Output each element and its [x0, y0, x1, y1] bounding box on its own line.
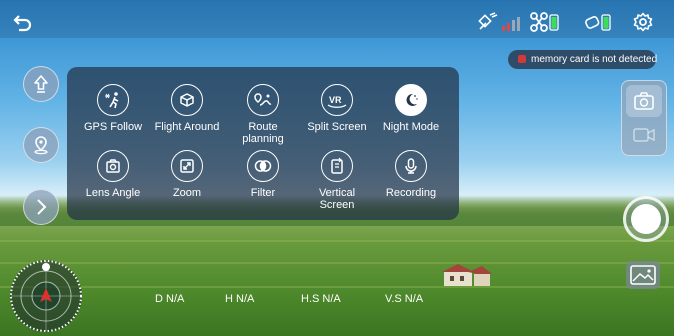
farmhouse-image	[442, 264, 492, 286]
menu-item-label: Flight Around	[154, 121, 220, 133]
shutter-inner	[631, 204, 661, 234]
menu-item-label: Night Mode	[382, 121, 440, 133]
menu-item-lens-angle[interactable]: Lens Angle	[79, 150, 147, 199]
menu-item-route-planning[interactable]: Route planning	[229, 84, 297, 145]
svg-text:VR: VR	[329, 95, 342, 105]
location-pin-icon	[34, 136, 48, 155]
field-line	[0, 262, 674, 264]
telemetry-vertical-speed: V.S N/A	[385, 293, 424, 305]
takeoff-arrow-icon	[34, 75, 48, 93]
field-line	[0, 240, 674, 242]
chevron-right-icon	[37, 199, 47, 215]
vertical-screen-icon	[321, 150, 353, 182]
camera-icon	[634, 92, 654, 110]
flight-around-icon	[171, 84, 203, 116]
microphone-icon	[395, 150, 427, 182]
menu-item-vertical-screen[interactable]: Vertical Screen	[303, 150, 371, 211]
takeoff-button[interactable]	[23, 66, 59, 102]
gps-satellite-icon	[478, 11, 522, 33]
gps-follow-icon	[97, 84, 129, 116]
top-bar	[0, 0, 674, 38]
menu-item-gps-follow[interactable]: GPS Follow	[79, 84, 147, 133]
menu-item-night-mode[interactable]: Night Mode	[377, 84, 445, 133]
menu-item-label: Recording	[385, 187, 437, 199]
memory-card-status: memory card is not detected	[508, 50, 658, 69]
gallery-icon	[630, 265, 656, 285]
menu-item-label: Filter	[250, 187, 276, 199]
zoom-icon	[171, 150, 203, 182]
video-mode-button[interactable]	[626, 119, 662, 151]
drone-battery-icon	[530, 11, 560, 33]
vr-split-screen-icon: VR	[321, 84, 353, 116]
night-mode-icon	[395, 84, 427, 116]
photo-mode-button[interactable]	[626, 85, 662, 117]
expand-menu-button[interactable]	[23, 189, 59, 225]
telemetry-distance: D N/A	[155, 293, 185, 305]
video-camera-icon	[633, 128, 655, 142]
back-arrow-icon[interactable]	[12, 12, 34, 34]
telemetry-height: H N/A	[225, 293, 255, 305]
memory-card-text: memory card is not detected	[531, 54, 658, 65]
sd-card-icon	[518, 55, 526, 63]
lens-angle-icon	[97, 150, 129, 182]
menu-item-recording[interactable]: Recording	[377, 150, 445, 199]
shutter-button[interactable]	[623, 196, 669, 242]
controller-battery-icon	[584, 11, 614, 33]
filter-icon	[247, 150, 279, 182]
menu-item-label: Route planning	[242, 121, 284, 145]
menu-item-split-screen[interactable]: VR Split Screen	[303, 84, 371, 133]
location-button[interactable]	[23, 127, 59, 163]
menu-item-label: Vertical Screen	[318, 187, 356, 211]
radar-compass	[10, 260, 82, 332]
menu-item-filter[interactable]: Filter	[229, 150, 297, 199]
drone-camera-view: memory card is not detected GPS Follow F…	[0, 0, 674, 336]
gallery-button[interactable]	[626, 261, 660, 289]
menu-item-label: Zoom	[172, 187, 202, 199]
gear-icon[interactable]	[632, 11, 654, 33]
route-planning-icon	[247, 84, 279, 116]
telemetry-horizontal-speed: H.S N/A	[301, 293, 341, 305]
field-line	[0, 286, 674, 288]
function-menu-panel: GPS Follow Flight Around Route planning …	[67, 67, 459, 220]
menu-item-flight-around[interactable]: Flight Around	[153, 84, 221, 133]
photo-video-switch[interactable]	[621, 80, 667, 156]
menu-item-zoom[interactable]: Zoom	[153, 150, 221, 199]
menu-item-label: Lens Angle	[85, 187, 141, 199]
menu-item-label: GPS Follow	[83, 121, 143, 133]
menu-item-label: Split Screen	[307, 121, 367, 133]
